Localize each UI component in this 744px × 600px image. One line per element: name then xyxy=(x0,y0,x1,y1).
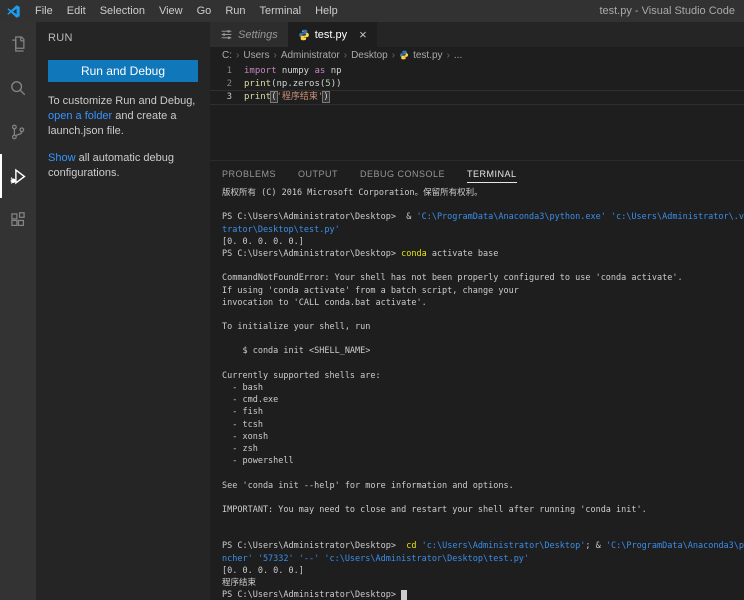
explorer-icon[interactable] xyxy=(0,22,36,66)
chevron-right-icon: › xyxy=(236,49,240,61)
title-bar: File Edit Selection View Go Run Terminal… xyxy=(0,0,744,22)
terminal-line: PS C:\Users\Administrator\Desktop> xyxy=(222,589,744,600)
source-control-icon[interactable] xyxy=(0,110,36,154)
terminal-line: - bash xyxy=(222,383,263,393)
line-number[interactable]: 1 xyxy=(210,65,244,78)
tab-testpy-label: test.py xyxy=(314,28,348,41)
terminal-line: [0. 0. 0. 0. 0.] xyxy=(222,565,304,576)
window-title: test.py - Visual Studio Code xyxy=(599,5,735,17)
run-and-debug-icon[interactable] xyxy=(0,154,36,198)
terminal-line: ncher' '57332' '--' 'c:\Users\Administra… xyxy=(222,553,530,564)
terminal-line: See 'conda init --help' for more informa… xyxy=(222,480,514,491)
code-lines: 1 import numpy as np 2 print(np.zeros(5)) 3 p… xyxy=(210,65,744,104)
menu-file[interactable]: File xyxy=(28,0,60,22)
customize-hint-text: To customize Run and Debug, open a folde… xyxy=(48,94,198,139)
menu-go[interactable]: Go xyxy=(190,0,219,22)
python-icon xyxy=(298,29,309,40)
run-sidebar: RUN Run and Debug To customize Run and D… xyxy=(36,22,210,600)
chevron-right-icon: › xyxy=(391,49,396,61)
terminal-line: $ conda init <SHELL_NAME> xyxy=(222,346,371,357)
breadcrumb-symbol[interactable]: ... xyxy=(454,50,462,61)
terminal-cursor xyxy=(401,590,408,600)
extensions-icon[interactable] xyxy=(0,198,36,242)
search-icon[interactable] xyxy=(0,66,36,110)
tab-testpy[interactable]: test.py × xyxy=(287,22,377,47)
tab-settings[interactable]: Settings xyxy=(210,22,288,47)
open-folder-link[interactable]: open a folder xyxy=(48,110,112,122)
chevron-right-icon: › xyxy=(273,49,277,61)
menu-view[interactable]: View xyxy=(152,0,190,22)
editor-cursor xyxy=(328,91,330,102)
hint-text: To customize Run and Debug, xyxy=(48,95,196,107)
menu-edit[interactable]: Edit xyxy=(60,0,93,22)
terminal-line: - powershell xyxy=(222,456,294,467)
terminal-line: CommandNotFoundError: Your shell has not… xyxy=(222,273,683,284)
tab-output[interactable]: OUTPUT xyxy=(298,164,338,183)
menu-help[interactable]: Help xyxy=(308,0,345,22)
terminal-line: invocation to 'CALL conda.bat activate'. xyxy=(222,297,427,308)
code-line: 2 print(np.zeros(5)) xyxy=(210,78,744,91)
panel-tab-bar: PROBLEMS OUTPUT DEBUG CONSOLE TERMINAL xyxy=(210,161,744,185)
terminal-line: PS C:\Users\Administrator\Desktop> conda… xyxy=(222,248,499,259)
code-editor[interactable]: 1 import numpy as np 2 print(np.zeros(5)) 3 p… xyxy=(210,63,744,160)
breadcrumb-administrator[interactable]: Administrator xyxy=(281,50,340,61)
terminal-line: - cmd.exe xyxy=(222,395,279,406)
bottom-panel: PROBLEMS OUTPUT DEBUG CONSOLE TERMINAL 版… xyxy=(210,160,744,600)
breadcrumb: C: › Users › Administrator › Desktop › test.… xyxy=(210,47,744,63)
terminal-line: To initialize your shell, run xyxy=(222,322,371,333)
tab-problems[interactable]: PROBLEMS xyxy=(222,164,276,183)
terminal-line: - zsh xyxy=(222,443,258,454)
vscode-window: File Edit Selection View Go Run Terminal… xyxy=(0,0,744,600)
menu-run[interactable]: Run xyxy=(218,0,252,22)
chevron-right-icon: › xyxy=(343,49,348,61)
terminal-line: - tcsh xyxy=(222,419,263,430)
chevron-right-icon: › xyxy=(446,49,450,61)
terminal-line: PS C:\Users\Administrator\Desktop> & 'C:… xyxy=(222,212,744,223)
breadcrumb-users[interactable]: Users xyxy=(243,50,269,61)
run-and-debug-button[interactable]: Run and Debug xyxy=(48,60,198,82)
code-line: 3 print('程序结束') xyxy=(210,91,744,104)
breadcrumb-file[interactable]: test.py xyxy=(413,50,442,61)
terminal-line: trator\Desktop\test.py' xyxy=(222,224,340,235)
sidebar-title: RUN xyxy=(48,32,73,44)
terminal-line: PS C:\Users\Administrator\Desktop> cd 'c… xyxy=(222,541,744,552)
breadcrumb-drive[interactable]: C: xyxy=(222,50,232,61)
activity-bar xyxy=(0,22,36,600)
terminal-line: IMPORTANT: You may need to close and res… xyxy=(222,504,647,515)
close-tab-icon[interactable]: × xyxy=(359,28,367,41)
terminal-line: - fish xyxy=(222,407,263,418)
terminal-line: - xonsh xyxy=(222,431,269,442)
menu-terminal[interactable]: Terminal xyxy=(253,0,309,22)
tab-debug-console[interactable]: DEBUG CONSOLE xyxy=(360,164,445,183)
breadcrumb-desktop[interactable]: Desktop xyxy=(351,50,388,61)
menu-selection[interactable]: Selection xyxy=(93,0,152,22)
tab-terminal[interactable]: TERMINAL xyxy=(467,164,517,183)
code-line: 1 import numpy as np xyxy=(210,65,744,78)
terminal-line: 程序结束 xyxy=(222,578,257,588)
terminal-line: [0. 0. 0. 0. 0.] xyxy=(222,236,304,247)
show-configs-text: Show all automatic debug configurations. xyxy=(48,151,198,181)
tab-settings-label: Settings xyxy=(238,28,278,41)
editor-tab-bar: Settings test.py × xyxy=(210,22,744,47)
line-number[interactable]: 3 xyxy=(210,91,244,104)
line-number[interactable]: 2 xyxy=(210,78,244,91)
terminal-line: 版权所有 (C) 2016 Microsoft Corporation。保留所有… xyxy=(222,188,483,198)
terminal-output[interactable]: 版权所有 (C) 2016 Microsoft Corporation。保留所有… xyxy=(210,185,744,600)
terminal-line: If using 'conda activate' from a batch s… xyxy=(222,285,519,296)
terminal-line: Currently supported shells are: xyxy=(222,370,381,381)
vscode-logo-icon xyxy=(6,4,21,19)
settings-tune-icon xyxy=(221,29,232,40)
python-icon xyxy=(400,50,409,60)
show-link[interactable]: Show xyxy=(48,152,76,164)
